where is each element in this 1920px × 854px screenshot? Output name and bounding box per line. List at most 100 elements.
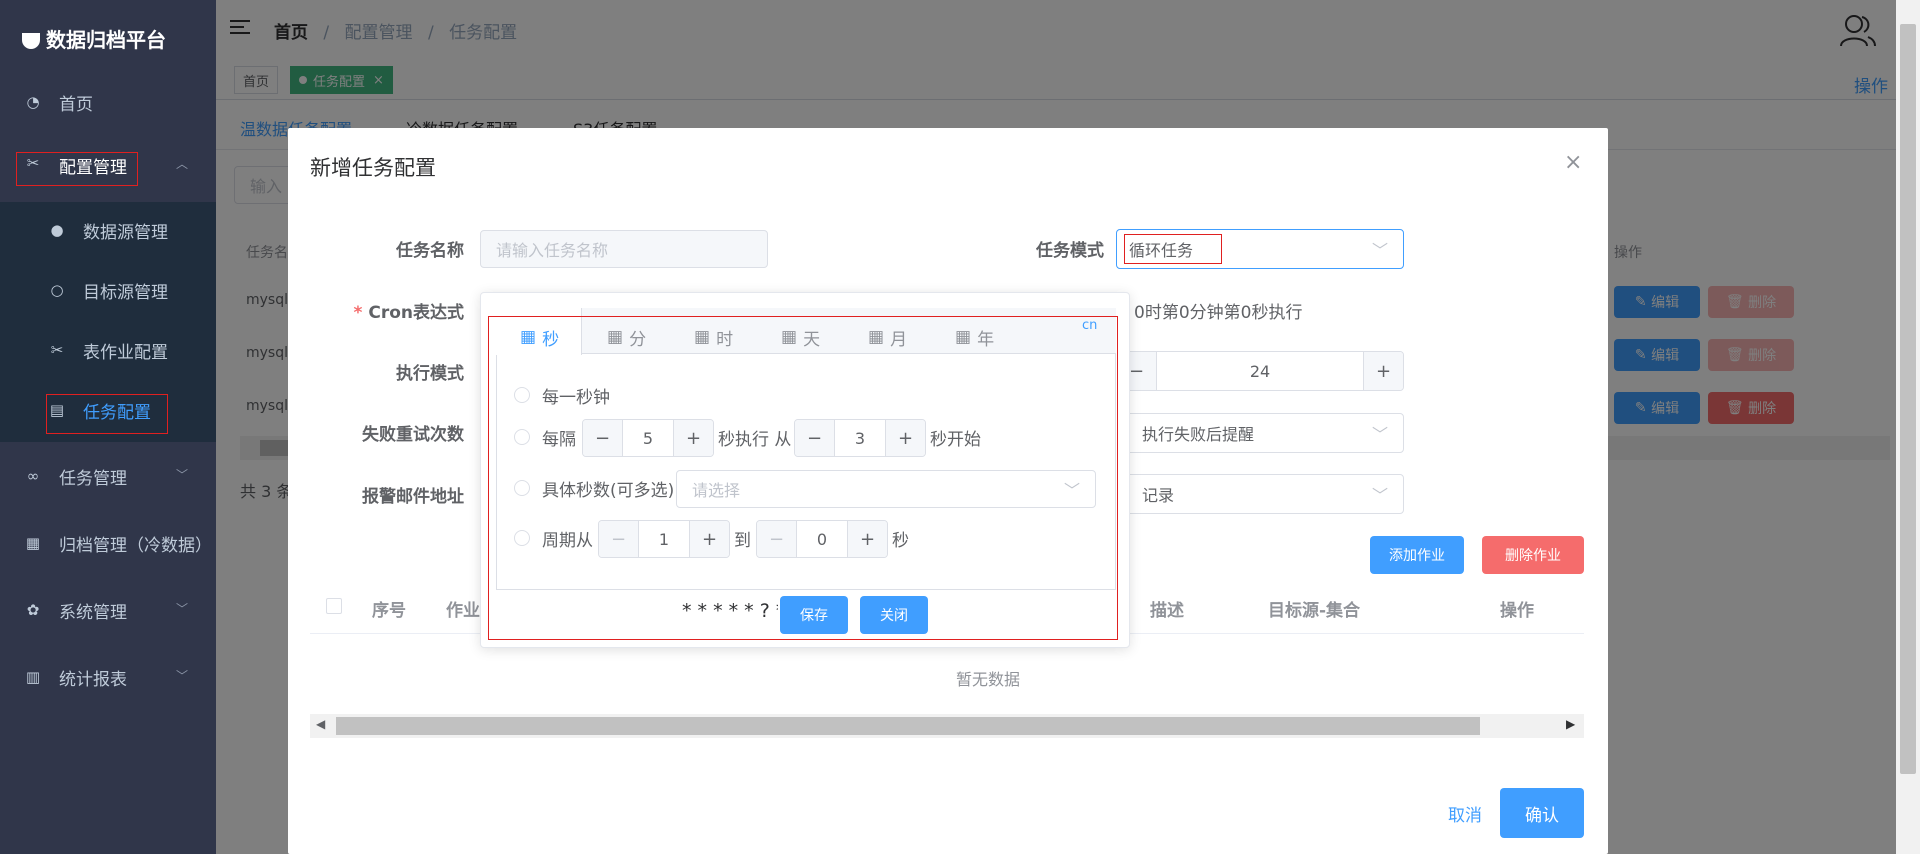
retry-select[interactable]: 执行失败后提醒 ﹀ [1116, 413, 1404, 453]
cron-lang-toggle[interactable]: cn [1082, 318, 1097, 333]
cron-opt-cycle-suffix: 秒 [892, 531, 909, 551]
dashboard-icon: ◔ [26, 93, 40, 111]
cron-expression: * * * * * ? * [682, 600, 778, 622]
table-header-cell: 作业 [446, 601, 480, 621]
plus-icon[interactable]: + [1363, 352, 1403, 390]
plus-icon[interactable]: + [847, 521, 887, 557]
cron-radio-every[interactable] [514, 387, 530, 403]
cron-tab-label: 分 [629, 329, 647, 350]
sidebar-item-task-config[interactable]: ▤ 任务配置 [0, 382, 216, 438]
cron-opt-interval-mid: 秒执行 从 [718, 430, 792, 450]
scroll-thumb[interactable] [336, 717, 1480, 735]
table-header-cell: 描述 [1150, 601, 1184, 621]
cron-specific-select[interactable]: 请选择 ﹀ [676, 470, 1096, 508]
sidebar-item-system[interactable]: ✿ 系统管理 ﹀ [0, 582, 216, 638]
cron-tab-label: 时 [716, 329, 734, 350]
sidebar-item-label: 任务配置 [83, 403, 151, 423]
minus-icon[interactable]: − [599, 521, 639, 557]
email-select[interactable]: 记录 ﹀ [1116, 474, 1404, 514]
select-all-checkbox[interactable] [326, 598, 342, 614]
delete-job-button[interactable]: 删除作业 [1482, 536, 1584, 574]
plus-icon[interactable]: + [885, 420, 925, 456]
archive-icon: ▦ [25, 534, 41, 552]
cron-tab-day[interactable]: ▦ 天 [781, 322, 820, 352]
minus-icon[interactable]: − [757, 521, 797, 557]
chevron-down-icon: ﹀ [1063, 481, 1080, 500]
confirm-button[interactable]: 确认 [1500, 788, 1584, 838]
cron-opt-specific-label: 具体秒数(可多选) [542, 481, 675, 501]
calendar-icon: ▦ [607, 327, 624, 347]
minus-icon[interactable]: − [583, 420, 623, 456]
cron-start-stepper[interactable]: − 3 + [794, 419, 926, 457]
report-icon: ▥ [25, 668, 41, 686]
logo-icon [22, 32, 40, 49]
cron-cycle-to-value[interactable]: 0 [797, 521, 847, 557]
required-mark: * [353, 303, 363, 323]
sidebar-item-archive[interactable]: ▦ 归档管理（冷数据） [0, 515, 216, 571]
exec-number-input[interactable]: − 24 + [1116, 351, 1404, 391]
sidebar-item-datasource[interactable]: ● 数据源管理 [0, 202, 216, 258]
gear-icon: ✿ [26, 601, 40, 619]
chevron-down-icon: ﹀ [176, 468, 189, 482]
task-mode-label: 任务模式 [1036, 241, 1104, 261]
exec-number-value[interactable]: 24 [1157, 352, 1363, 390]
sidebar-item-target[interactable]: ○ 目标源管理 [0, 262, 216, 318]
cron-tab-minute[interactable]: ▦ 分 [607, 322, 646, 352]
exec-mode-label: 执行模式 [396, 364, 464, 384]
calendar-icon: ▦ [781, 327, 798, 347]
logo-text: 数据归档平台 [46, 28, 166, 52]
cron-tab-label: 月 [890, 329, 908, 350]
email-select-value: 记录 [1142, 486, 1175, 505]
cron-tab-label: 秒 [542, 329, 560, 350]
cron-interval-value[interactable]: 5 [623, 420, 673, 456]
cron-tab-second[interactable]: ▦ 秒 [520, 322, 559, 352]
chevron-down-icon: ﹀ [1371, 425, 1388, 444]
cron-radio-interval[interactable] [514, 429, 530, 445]
calendar-icon: ▦ [868, 327, 885, 347]
cron-description: 0时第0分钟第0秒执行 [1134, 303, 1303, 323]
arrow-left-icon[interactable]: ◀ [316, 717, 325, 731]
table-header-cell: 序号 [372, 601, 406, 621]
dialog-title: 新增任务配置 [310, 156, 436, 180]
sidebar-item-label: 系统管理 [59, 603, 127, 623]
cron-interval-stepper[interactable]: − 5 + [582, 419, 714, 457]
chevron-down-icon: ﹀ [176, 669, 189, 683]
minus-icon[interactable]: − [795, 420, 835, 456]
cron-tab-label: 年 [977, 329, 995, 350]
task-name-input[interactable]: 请输入任务名称 [480, 230, 768, 268]
task-mode-select[interactable]: 循环任务 ﹀ [1116, 229, 1404, 269]
sidebar-item-report[interactable]: ▥ 统计报表 ﹀ [0, 649, 216, 705]
sidebar-item-home[interactable]: ◔ 首页 [0, 74, 216, 130]
cron-cycle-from-stepper[interactable]: − 1 + [598, 520, 730, 558]
page-scrollbar[interactable] [1896, 0, 1920, 854]
sidebar-item-table-job[interactable]: ✂ 表作业配置 [0, 322, 216, 378]
retry-label: 失败重试次数 [362, 425, 464, 445]
task-mode-value: 循环任务 [1124, 234, 1223, 264]
cron-radio-specific[interactable] [514, 480, 530, 496]
dialog-close-icon[interactable]: × [1564, 150, 1582, 175]
page-scroll-thumb[interactable] [1900, 24, 1916, 774]
cron-tab-year[interactable]: ▦ 年 [955, 322, 994, 352]
cron-label: * Cron表达式 [348, 298, 464, 323]
cron-radio-cycle[interactable] [514, 530, 530, 546]
cron-specific-placeholder: 请选择 [692, 481, 741, 500]
cron-tab-month[interactable]: ▦ 月 [868, 322, 907, 352]
cron-save-button[interactable]: 保存 [780, 596, 848, 634]
plus-icon[interactable]: + [689, 521, 729, 557]
sidebar-item-config[interactable]: ✂ 配置管理 ︿ [0, 140, 216, 196]
sidebar-item-label: 首页 [59, 95, 93, 115]
doc-icon: ▤ [49, 401, 65, 419]
cron-tab-hour[interactable]: ▦ 时 [694, 322, 733, 352]
cancel-button[interactable]: 取消 [1448, 801, 1482, 826]
arrow-right-icon[interactable]: ▶ [1566, 717, 1575, 731]
cron-cycle-from-value[interactable]: 1 [639, 521, 689, 557]
cron-close-button[interactable]: 关闭 [860, 596, 928, 634]
sidebar-item-task-mgmt[interactable]: ∞ 任务管理 ﹀ [0, 448, 216, 504]
add-job-button[interactable]: 添加作业 [1370, 536, 1464, 574]
plus-icon[interactable]: + [673, 420, 713, 456]
cron-cycle-to-stepper[interactable]: − 0 + [756, 520, 888, 558]
job-table-scrollbar[interactable]: ◀ ▶ [310, 714, 1584, 738]
table-header-cell: 目标源-集合 [1268, 601, 1361, 621]
cron-start-value[interactable]: 3 [835, 420, 885, 456]
chevron-down-icon: ﹀ [176, 602, 189, 616]
